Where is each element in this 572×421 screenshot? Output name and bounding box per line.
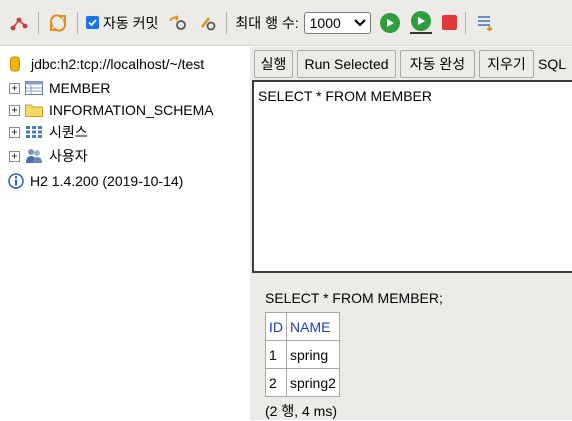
expand-icon[interactable]: + — [9, 104, 20, 116]
version-info: H2 1.4.200 (2019-10-14) — [7, 170, 183, 192]
connection-node[interactable]: jdbc:h2:tcp://localhost/~/test — [9, 53, 204, 75]
version-label: H2 1.4.200 (2019-10-14) — [30, 173, 184, 189]
table-icon — [25, 80, 43, 96]
table-row: 2 spring2 — [265, 368, 340, 397]
expand-icon[interactable]: + — [9, 82, 20, 94]
toolbar: 자동 커밋 최대 행 수: 1000 — [0, 0, 572, 46]
tree-item-label: MEMBER — [49, 80, 111, 96]
expand-icon[interactable]: + — [9, 126, 20, 138]
max-rows-value: 1000 — [309, 14, 341, 31]
history-icon[interactable] — [474, 12, 496, 34]
toolbar-separator — [77, 11, 78, 34]
result-status: (2 행, 4 ms) — [265, 403, 337, 419]
toolbar-separator — [38, 11, 39, 34]
autocommit-checkbox[interactable] — [86, 16, 99, 29]
result-query: SELECT * FROM MEMBER; — [265, 290, 443, 306]
commit-icon[interactable] — [196, 12, 218, 34]
database-icon — [9, 56, 21, 72]
table-header-row: ID NAME — [265, 312, 340, 341]
tree-item-sequences[interactable]: + 시퀀스 — [0, 121, 88, 143]
stop-icon[interactable] — [441, 15, 457, 30]
tab-clear-label: 지우기 — [487, 56, 526, 72]
table-row: 1 spring — [265, 340, 340, 369]
toolbar-separator — [464, 11, 466, 34]
tab-autocomplete-label: 자동 완성 — [409, 56, 466, 72]
column-header-id[interactable]: ID — [265, 312, 287, 341]
table-cell: spring — [286, 340, 340, 369]
tree-item-information-schema[interactable]: + INFORMATION_SCHEMA — [0, 99, 214, 121]
refresh-icon[interactable] — [47, 12, 69, 34]
run-selected-icon[interactable] — [409, 11, 432, 34]
toolbar-separator — [226, 11, 228, 34]
column-header-name[interactable]: NAME — [286, 312, 340, 341]
tree-item-users[interactable]: + 사용자 — [0, 145, 88, 167]
tree-item-label: 시퀀스 — [49, 124, 88, 140]
table-cell: 2 — [265, 368, 287, 397]
sql-editor-text: SELECT * FROM MEMBER — [258, 88, 432, 104]
tree-item-label: 사용자 — [49, 148, 88, 164]
tab-clear[interactable]: 지우기 — [479, 50, 534, 78]
result-area: SELECT * FROM MEMBER; ID NAME 1 spring 2… — [265, 290, 443, 421]
table-cell: 1 — [265, 340, 287, 369]
tab-autocomplete[interactable]: 자동 완성 — [400, 50, 475, 78]
info-icon — [7, 173, 24, 189]
users-icon — [25, 148, 43, 164]
sequence-icon — [25, 124, 43, 140]
tree-item-member[interactable]: + MEMBER — [0, 77, 110, 99]
rollback-icon[interactable] — [166, 12, 188, 34]
run-icon[interactable] — [379, 12, 400, 33]
max-rows-label: 최대 행 수: — [235, 14, 299, 31]
disconnect-icon[interactable] — [8, 12, 30, 34]
result-table: ID NAME 1 spring 2 spring2 — [265, 312, 340, 397]
connection-label: jdbc:h2:tcp://localhost/~/test — [31, 56, 205, 72]
tab-run-selected[interactable]: Run Selected — [297, 50, 396, 78]
tree-item-label: INFORMATION_SCHEMA — [49, 102, 214, 118]
table-cell: spring2 — [286, 368, 340, 397]
tab-run[interactable]: 실행 — [254, 50, 293, 78]
folder-icon — [25, 102, 43, 118]
query-panel: 실행 Run Selected 자동 완성 지우기 SQL SELECT * F… — [250, 47, 572, 420]
tab-run-selected-label: Run Selected — [304, 56, 389, 72]
max-rows-select[interactable]: 1000 — [303, 11, 371, 34]
expand-icon[interactable]: + — [9, 150, 20, 162]
sql-label: SQL — [538, 56, 567, 72]
autocommit-label[interactable]: 자동 커밋 — [103, 13, 158, 33]
sql-editor[interactable]: SELECT * FROM MEMBER — [252, 80, 572, 273]
tab-run-label: 실행 — [260, 56, 287, 72]
schema-tree: jdbc:h2:tcp://localhost/~/test + MEMBER … — [0, 47, 250, 420]
chevron-down-icon — [353, 18, 366, 26]
